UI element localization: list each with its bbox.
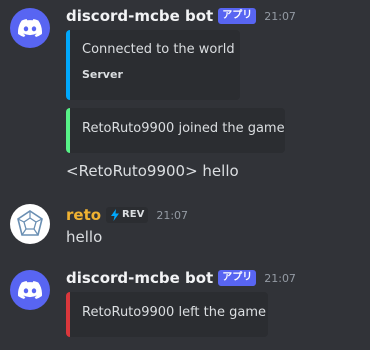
lightning-icon bbox=[111, 209, 120, 221]
message-text: <RetoRuto9900> hello bbox=[66, 162, 239, 180]
discord-logo-icon bbox=[18, 281, 42, 299]
dodecahedron-avatar-icon bbox=[17, 210, 43, 236]
embed-joined: RetoRuto9900 joined the game bbox=[66, 108, 285, 153]
author-name[interactable]: discord-mcbe bot bbox=[66, 269, 213, 287]
message-2: reto REV 21:07 hello bbox=[0, 196, 370, 256]
embed-title: RetoRuto9900 left the game bbox=[82, 305, 266, 320]
user-avatar[interactable] bbox=[10, 204, 50, 244]
embed-title: RetoRuto9900 joined the game bbox=[82, 121, 285, 136]
timestamp: 21:07 bbox=[264, 271, 296, 285]
discord-logo-icon bbox=[18, 19, 42, 37]
rev-badge-label: REV bbox=[122, 209, 145, 220]
message-3: discord-mcbe bot アプリ 21:07 RetoRuto9900 … bbox=[0, 262, 370, 350]
message-header: discord-mcbe bot アプリ 21:07 bbox=[66, 7, 296, 25]
message-header: discord-mcbe bot アプリ 21:07 bbox=[66, 269, 296, 287]
author-name[interactable]: discord-mcbe bot bbox=[66, 7, 213, 25]
bot-avatar[interactable] bbox=[10, 270, 50, 310]
app-tag: アプリ bbox=[218, 8, 257, 24]
embed-connected: Connected to the world Server bbox=[66, 30, 240, 100]
embed-left: RetoRuto9900 left the game bbox=[66, 292, 268, 337]
embed-title: Connected to the world bbox=[82, 42, 235, 57]
timestamp: 21:07 bbox=[156, 208, 189, 222]
bot-avatar[interactable] bbox=[10, 8, 50, 48]
message-text: hello bbox=[66, 228, 103, 246]
message-header: reto REV 21:07 bbox=[66, 206, 188, 224]
app-tag: アプリ bbox=[218, 270, 257, 286]
rev-badge[interactable]: REV bbox=[106, 207, 149, 223]
message-1: discord-mcbe bot アプリ 21:07 Connected to … bbox=[0, 0, 370, 190]
author-name[interactable]: reto bbox=[66, 206, 101, 224]
embed-footer: Server bbox=[82, 68, 123, 81]
timestamp: 21:07 bbox=[264, 9, 296, 23]
